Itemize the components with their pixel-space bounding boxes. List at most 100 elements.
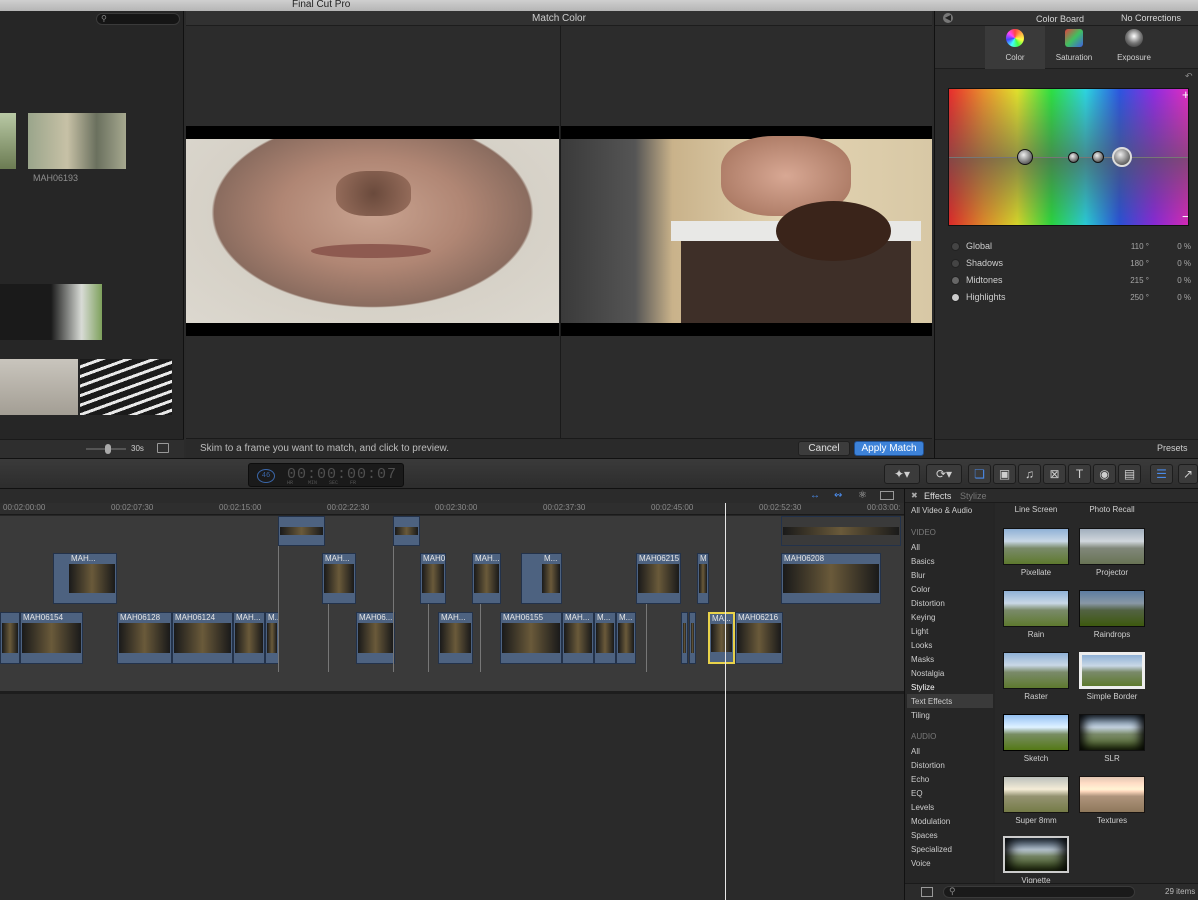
zoom-slider-knob[interactable] (105, 444, 111, 454)
color-board[interactable]: + − (948, 88, 1189, 226)
effects-search-input[interactable]: ⚲ (943, 886, 1135, 898)
inspector-icon[interactable]: ❏ (968, 464, 991, 484)
playhead[interactable] (725, 503, 726, 900)
category-item[interactable]: EQ (911, 789, 923, 798)
category-item[interactable]: Spaces (911, 831, 938, 840)
photo-browser-icon[interactable]: ▣ (993, 464, 1016, 484)
shadows-puck[interactable] (1068, 152, 1079, 163)
clip-appearance-icon[interactable] (157, 443, 169, 453)
tab-color[interactable]: Color (985, 26, 1045, 69)
clip-thumbnail[interactable] (80, 359, 172, 415)
category-item[interactable]: Modulation (911, 817, 950, 826)
storyline-clip[interactable]: M... (265, 612, 279, 664)
effect-label[interactable]: Photo Recall (1077, 505, 1147, 514)
dashboard-timecode[interactable]: 46 00:00:00:07 HR MIN SEC FR (248, 463, 404, 487)
storyline-clip[interactable]: MAH... (233, 612, 265, 664)
effect-tile[interactable]: SLR (1077, 714, 1147, 763)
category-item[interactable]: Voice (911, 859, 931, 868)
themes-browser-icon[interactable]: ▤ (1118, 464, 1141, 484)
connected-clip[interactable] (393, 516, 420, 546)
category-item[interactable]: Text Effects (911, 697, 952, 706)
category-item[interactable]: Keying (911, 613, 935, 622)
category-item-stylize[interactable]: Stylize (911, 683, 935, 692)
midtones-puck[interactable] (1092, 151, 1104, 163)
connected-clip[interactable]: M (697, 553, 709, 604)
timeline-empty-area[interactable] (0, 694, 904, 900)
clip-appearance-icon[interactable] (880, 491, 894, 500)
snapping-icon[interactable]: ↭ (834, 490, 842, 501)
category-item[interactable]: Tiling (911, 711, 930, 720)
timeline-ruler[interactable]: 00:02:00:00 00:02:07:30 00:02:15:00 00:0… (0, 503, 904, 515)
category-item[interactable]: Specialized (911, 845, 952, 854)
source-frame[interactable] (186, 126, 559, 336)
effect-tile[interactable]: Sketch (1001, 714, 1071, 763)
storyline-clip[interactable]: MAH06154 (20, 612, 83, 664)
puck-selector-icon[interactable] (951, 242, 960, 251)
storyline-clip[interactable]: MAH06155 (500, 612, 562, 664)
clip-thumbnail[interactable] (0, 284, 102, 340)
titles-browser-icon[interactable]: T (1068, 464, 1091, 484)
effect-tile[interactable]: Projector (1077, 528, 1147, 577)
storyline-clip[interactable] (689, 612, 696, 664)
category-item[interactable]: All (911, 747, 920, 756)
cancel-button[interactable]: Cancel (798, 441, 850, 456)
connected-clip[interactable]: M... (521, 553, 562, 604)
connected-clip[interactable]: MAH06208 (781, 553, 881, 604)
clip-thumbnail[interactable] (28, 113, 126, 169)
category-item[interactable]: Color (911, 585, 930, 594)
control-row-midtones[interactable]: Midtones 215 ° 0 % (951, 274, 1191, 288)
global-puck[interactable] (1017, 149, 1033, 165)
reset-icon[interactable]: ↶ (1185, 71, 1193, 82)
category-item[interactable]: All (911, 543, 920, 552)
presets-menu[interactable]: Presets (1157, 443, 1188, 453)
effect-tile[interactable]: Textures (1077, 776, 1147, 825)
connected-clip[interactable] (781, 516, 901, 546)
effect-tile-selected[interactable]: Vignette (1001, 836, 1071, 885)
connected-clip[interactable]: MAH... (472, 553, 501, 604)
storyline-clip[interactable]: M... (594, 612, 616, 664)
share-icon[interactable]: ↗ (1178, 464, 1198, 484)
category-item[interactable]: Nostalgia (911, 669, 944, 678)
apply-match-button[interactable]: Apply Match (854, 441, 924, 456)
connected-clip[interactable]: MAH... (53, 553, 117, 604)
storyline-clip[interactable] (0, 612, 20, 664)
back-arrow-icon[interactable]: ◀ (943, 13, 953, 23)
solo-icon[interactable]: ⚛ (858, 490, 867, 501)
category-item[interactable]: Light (911, 627, 928, 636)
puck-selector-icon[interactable] (951, 293, 960, 302)
category-item[interactable]: Distortion (911, 599, 945, 608)
storyline-clip[interactable]: MAH... (438, 612, 473, 664)
highlights-puck[interactable] (1112, 147, 1132, 167)
effect-tile[interactable]: Raster (1001, 652, 1071, 701)
enhancements-menu-button[interactable]: ✦▾ (884, 464, 920, 484)
close-icon[interactable]: ✖ (911, 491, 918, 500)
connected-clip[interactable]: MAH... (322, 553, 356, 604)
category-item[interactable]: Looks (911, 641, 932, 650)
storyline-clip[interactable]: M... (616, 612, 636, 664)
storyline-clip[interactable]: MAH06216 (735, 612, 783, 664)
tab-saturation[interactable]: Saturation (1044, 26, 1104, 69)
connected-clip[interactable]: MAH06... (420, 553, 446, 604)
category-item[interactable]: Echo (911, 775, 929, 784)
selected-storyline-clip[interactable]: MA... (708, 612, 735, 664)
category-item[interactable]: Distortion (911, 761, 945, 770)
music-browser-icon[interactable]: ♫ (1018, 464, 1041, 484)
effect-tile[interactable]: Pixellate (1001, 528, 1071, 577)
category-item[interactable]: Blur (911, 571, 925, 580)
audio-skimming-icon[interactable]: ↔ (810, 490, 820, 501)
category-item[interactable]: Masks (911, 655, 934, 664)
puck-selector-icon[interactable] (951, 276, 960, 285)
storyline-clip[interactable]: MAH... (562, 612, 594, 664)
transitions-browser-icon[interactable]: ⊠ (1043, 464, 1066, 484)
control-row-shadows[interactable]: Shadows 180 ° 0 % (951, 257, 1191, 271)
connected-clip[interactable]: MAH06215 (636, 553, 681, 604)
effect-tile[interactable]: Rain (1001, 590, 1071, 639)
tab-exposure[interactable]: Exposure (1104, 26, 1164, 69)
category-item[interactable]: Basics (911, 557, 935, 566)
reference-frame[interactable] (561, 126, 932, 336)
timeline-track-area[interactable]: MAH... MAH... MAH06... MAH... M... MAH06… (0, 516, 904, 694)
generators-browser-icon[interactable]: ◉ (1093, 464, 1116, 484)
effect-tile[interactable]: Raindrops (1077, 590, 1147, 639)
storyline-clip[interactable]: MAH06128 (117, 612, 172, 664)
control-row-highlights[interactable]: Highlights 250 ° 0 % (951, 291, 1191, 305)
